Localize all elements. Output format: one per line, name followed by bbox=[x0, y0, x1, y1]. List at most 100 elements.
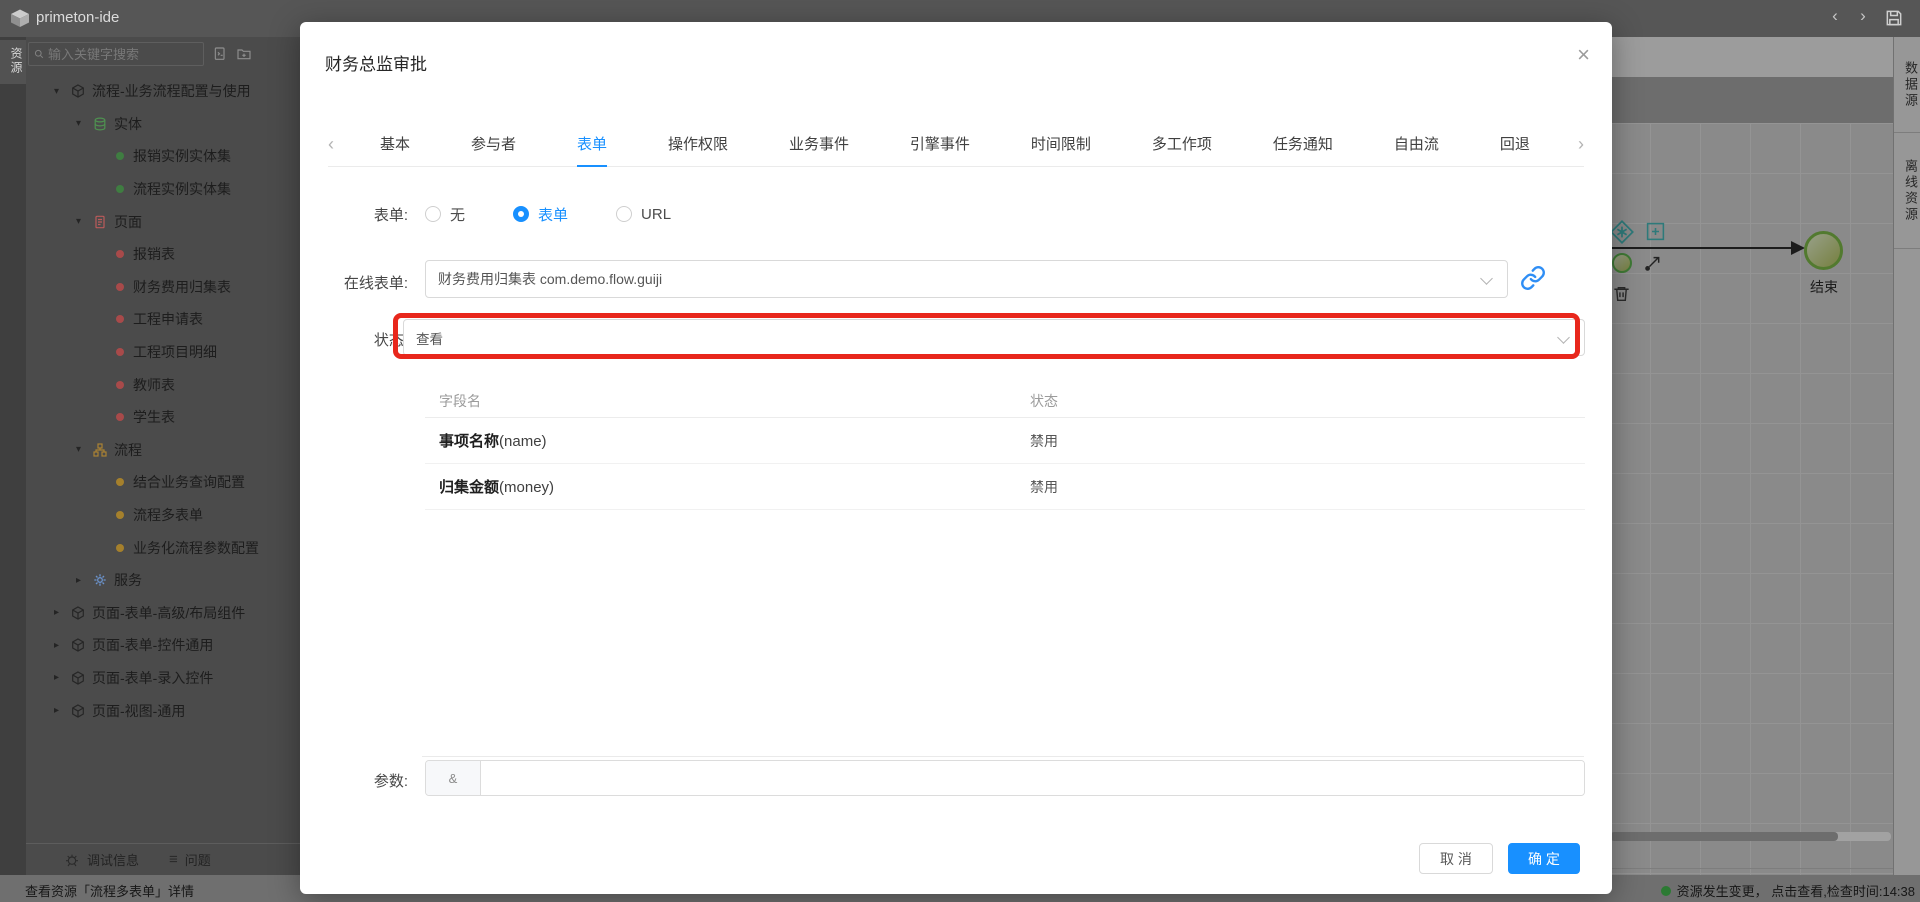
search-box[interactable] bbox=[28, 42, 204, 66]
radio-none[interactable]: 无 bbox=[425, 204, 465, 225]
table-row[interactable]: 归集金额(money) 禁用 bbox=[425, 464, 1585, 510]
tree-item-flow[interactable]: ▾流程 bbox=[26, 434, 300, 467]
tree-item[interactable]: 结合业务查询配置 bbox=[26, 466, 300, 499]
nav-back-icon[interactable]: ‹ bbox=[1824, 6, 1846, 26]
expand-arrow-icon[interactable]: ▾ bbox=[76, 118, 93, 129]
field-status: 禁用 bbox=[1030, 477, 1585, 497]
expand-arrow-icon[interactable]: ▸ bbox=[54, 705, 71, 716]
red-dot-icon bbox=[116, 315, 124, 323]
tree-item[interactable]: 工程申请表 bbox=[26, 303, 300, 336]
tab-offline-resources[interactable]: 离线资源 bbox=[1894, 133, 1920, 249]
mini-end-node-icon[interactable] bbox=[1612, 253, 1632, 273]
cube-icon bbox=[71, 84, 85, 98]
tab-form[interactable]: 表单 bbox=[577, 125, 607, 167]
field-status: 禁用 bbox=[1030, 431, 1585, 451]
resource-sidebar: ▾流程-业务流程配置与使用 ▾实体 报销实例实体集 流程实例实体集 ▾页面 报销… bbox=[26, 37, 300, 875]
tab-datasource[interactable]: 数据源 bbox=[1894, 37, 1920, 133]
tree-item[interactable]: 业务化流程参数配置 bbox=[26, 531, 300, 564]
ok-button[interactable]: 确 定 bbox=[1508, 843, 1580, 874]
tab-multi-workitem[interactable]: 多工作项 bbox=[1152, 125, 1212, 167]
orange-dot-icon bbox=[116, 478, 124, 486]
params-input[interactable] bbox=[481, 761, 1584, 795]
tree-item[interactable]: 流程实例实体集 bbox=[26, 173, 300, 206]
tab-rollback[interactable]: 回退 bbox=[1500, 125, 1530, 167]
delete-node-icon[interactable] bbox=[1612, 283, 1631, 305]
tab-basic[interactable]: 基本 bbox=[380, 125, 410, 167]
red-dot-icon bbox=[116, 413, 124, 421]
close-icon[interactable]: × bbox=[1577, 44, 1590, 66]
tab-task-notification[interactable]: 任务通知 bbox=[1273, 125, 1333, 167]
tree-item-page[interactable]: ▾页面 bbox=[26, 205, 300, 238]
red-dot-icon bbox=[116, 250, 124, 258]
tree-item[interactable]: 流程多表单 bbox=[26, 499, 300, 532]
tree-item[interactable]: ▸页面-表单-控件通用 bbox=[26, 629, 300, 662]
tree-item[interactable]: 报销实例实体集 bbox=[26, 140, 300, 173]
state-select[interactable]: 查看 bbox=[403, 319, 1585, 356]
tree-item[interactable]: ▸页面-表单-高级/布局组件 bbox=[26, 597, 300, 630]
chevron-down-icon bbox=[1480, 272, 1493, 285]
form-type-label: 表单: bbox=[300, 204, 408, 225]
tab-time-limit[interactable]: 时间限制 bbox=[1031, 125, 1091, 167]
tab-operation-permissions[interactable]: 操作权限 bbox=[668, 125, 728, 167]
canvas-hscroll-thumb[interactable] bbox=[1610, 832, 1838, 841]
rail-tab-resources[interactable]: 资源 bbox=[0, 40, 26, 84]
search-icon bbox=[34, 47, 44, 61]
expand-arrow-icon[interactable]: ▸ bbox=[54, 607, 71, 618]
online-form-label: 在线表单: bbox=[300, 272, 408, 293]
params-input-group: & bbox=[425, 760, 1585, 796]
tab-business-events[interactable]: 业务事件 bbox=[789, 125, 849, 167]
status-message: 查看资源「流程多表单」详情 bbox=[25, 881, 194, 900]
tree-item-entity[interactable]: ▾实体 bbox=[26, 108, 300, 141]
radio-circle-icon bbox=[513, 206, 529, 222]
search-input[interactable] bbox=[48, 47, 198, 62]
expand-arrow-icon[interactable]: ▸ bbox=[54, 640, 71, 651]
app-logo-icon bbox=[9, 8, 31, 29]
radio-circle-icon bbox=[616, 206, 632, 222]
radio-url[interactable]: URL bbox=[616, 206, 671, 223]
expand-arrow-icon[interactable]: ▾ bbox=[76, 444, 93, 455]
green-dot-icon bbox=[116, 152, 124, 160]
save-icon[interactable] bbox=[1884, 8, 1904, 28]
tree-item[interactable]: 工程项目明细 bbox=[26, 336, 300, 369]
link-icon[interactable] bbox=[1520, 265, 1546, 291]
gear-icon bbox=[93, 573, 107, 587]
tree-item[interactable]: ▸页面-表单-录入控件 bbox=[26, 662, 300, 695]
tree-item[interactable]: 报销表 bbox=[26, 238, 300, 271]
expand-arrow-icon[interactable]: ▾ bbox=[54, 86, 71, 97]
fields-table: 字段名 状态 事项名称(name) 禁用 归集金额(money) 禁用 bbox=[425, 385, 1585, 510]
problems-tab[interactable]: ≡ 问题 bbox=[169, 850, 211, 869]
resource-change-notice[interactable]: 资源发生变更， 点击查看,检查时间:14:38 bbox=[1661, 881, 1915, 900]
tab-engine-events[interactable]: 引擎事件 bbox=[910, 125, 970, 167]
tree-item[interactable]: 财务费用归集表 bbox=[26, 271, 300, 304]
tree-item[interactable]: ▸页面-视图-通用 bbox=[26, 694, 300, 727]
end-node-label: 结束 bbox=[1800, 277, 1848, 297]
add-node-icon[interactable] bbox=[1645, 221, 1666, 242]
node-auto-layout-icon[interactable] bbox=[1609, 219, 1635, 245]
cancel-button[interactable]: 取 消 bbox=[1419, 843, 1493, 874]
dialog-title: 财务总监审批 bbox=[325, 50, 427, 75]
tree-item-service[interactable]: ▸服务 bbox=[26, 564, 300, 597]
debug-info-tab[interactable]: 调试信息 bbox=[64, 850, 139, 869]
tree-item[interactable]: 学生表 bbox=[26, 401, 300, 434]
state-label: 状态: bbox=[300, 329, 408, 350]
tree-item[interactable]: 教师表 bbox=[26, 368, 300, 401]
expand-arrow-icon[interactable]: ▸ bbox=[76, 575, 93, 586]
script-file-icon[interactable] bbox=[212, 46, 228, 62]
tabs-scroll-right-icon[interactable]: › bbox=[1578, 134, 1584, 155]
tree-item-process-config[interactable]: ▾流程-业务流程配置与使用 bbox=[26, 75, 300, 108]
online-form-select[interactable]: 财务费用归集表 com.demo.flow.guiji bbox=[425, 260, 1508, 298]
folder-add-icon[interactable] bbox=[236, 46, 252, 62]
tabs-scroll-left-icon[interactable]: ‹ bbox=[328, 134, 334, 155]
table-row[interactable]: 事项名称(name) 禁用 bbox=[425, 418, 1585, 464]
tab-participants[interactable]: 参与者 bbox=[471, 125, 516, 167]
database-icon bbox=[93, 117, 107, 131]
nav-forward-icon[interactable]: › bbox=[1852, 6, 1874, 26]
expand-arrow-icon[interactable]: ▾ bbox=[76, 216, 93, 227]
end-node[interactable] bbox=[1804, 231, 1843, 270]
expand-arrow-icon[interactable]: ▸ bbox=[54, 672, 71, 683]
cube-icon bbox=[71, 606, 85, 620]
connector-arrow-icon[interactable] bbox=[1643, 251, 1665, 273]
tab-free-flow[interactable]: 自由流 bbox=[1394, 125, 1439, 167]
radio-form[interactable]: 表单 bbox=[513, 204, 568, 225]
flow-icon bbox=[93, 443, 107, 457]
